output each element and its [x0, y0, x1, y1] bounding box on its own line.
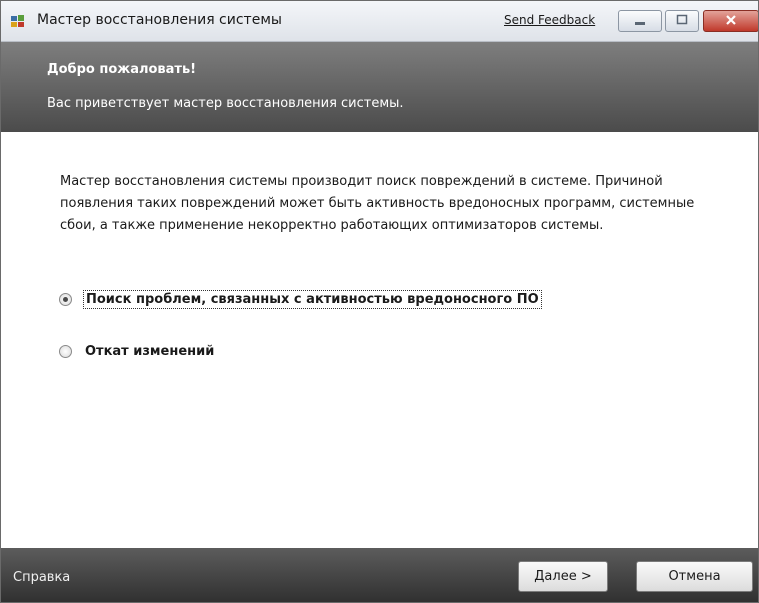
- next-button[interactable]: Далее >: [518, 561, 608, 592]
- wizard-window: Мастер восстановления системы Send Feedb…: [0, 0, 759, 603]
- option-rollback[interactable]: Откат изменений: [59, 343, 216, 360]
- maximize-icon: [676, 14, 688, 25]
- window-title: Мастер восстановления системы: [37, 12, 282, 28]
- send-feedback-link[interactable]: Send Feedback: [504, 13, 595, 27]
- close-button[interactable]: [703, 10, 758, 32]
- close-icon: [726, 15, 736, 25]
- option-label: Поиск проблем, связанных с активностью в…: [83, 290, 542, 309]
- option-malware-scan[interactable]: Поиск проблем, связанных с активностью в…: [59, 290, 542, 309]
- radio-button[interactable]: [59, 345, 72, 358]
- cancel-button[interactable]: Отмена: [636, 561, 753, 592]
- radio-button-checked[interactable]: [59, 293, 72, 306]
- help-link[interactable]: Справка: [13, 570, 70, 585]
- description-text: Мастер восстановления системы производит…: [60, 174, 695, 233]
- title-bar: Мастер восстановления системы Send Feedb…: [1, 1, 758, 42]
- minimize-button[interactable]: [618, 10, 662, 32]
- maximize-button[interactable]: [665, 10, 699, 32]
- system-restore-icon: [11, 15, 24, 27]
- wizard-header: Добро пожаловать! Вас приветствует масте…: [1, 42, 758, 132]
- option-label: Откат изменений: [85, 344, 215, 359]
- minimize-icon: [635, 22, 645, 25]
- wizard-footer: Справка Далее > Отмена: [1, 548, 758, 602]
- header-subtitle: Вас приветствует мастер восстановления с…: [47, 96, 404, 111]
- header-title: Добро пожаловать!: [47, 62, 197, 77]
